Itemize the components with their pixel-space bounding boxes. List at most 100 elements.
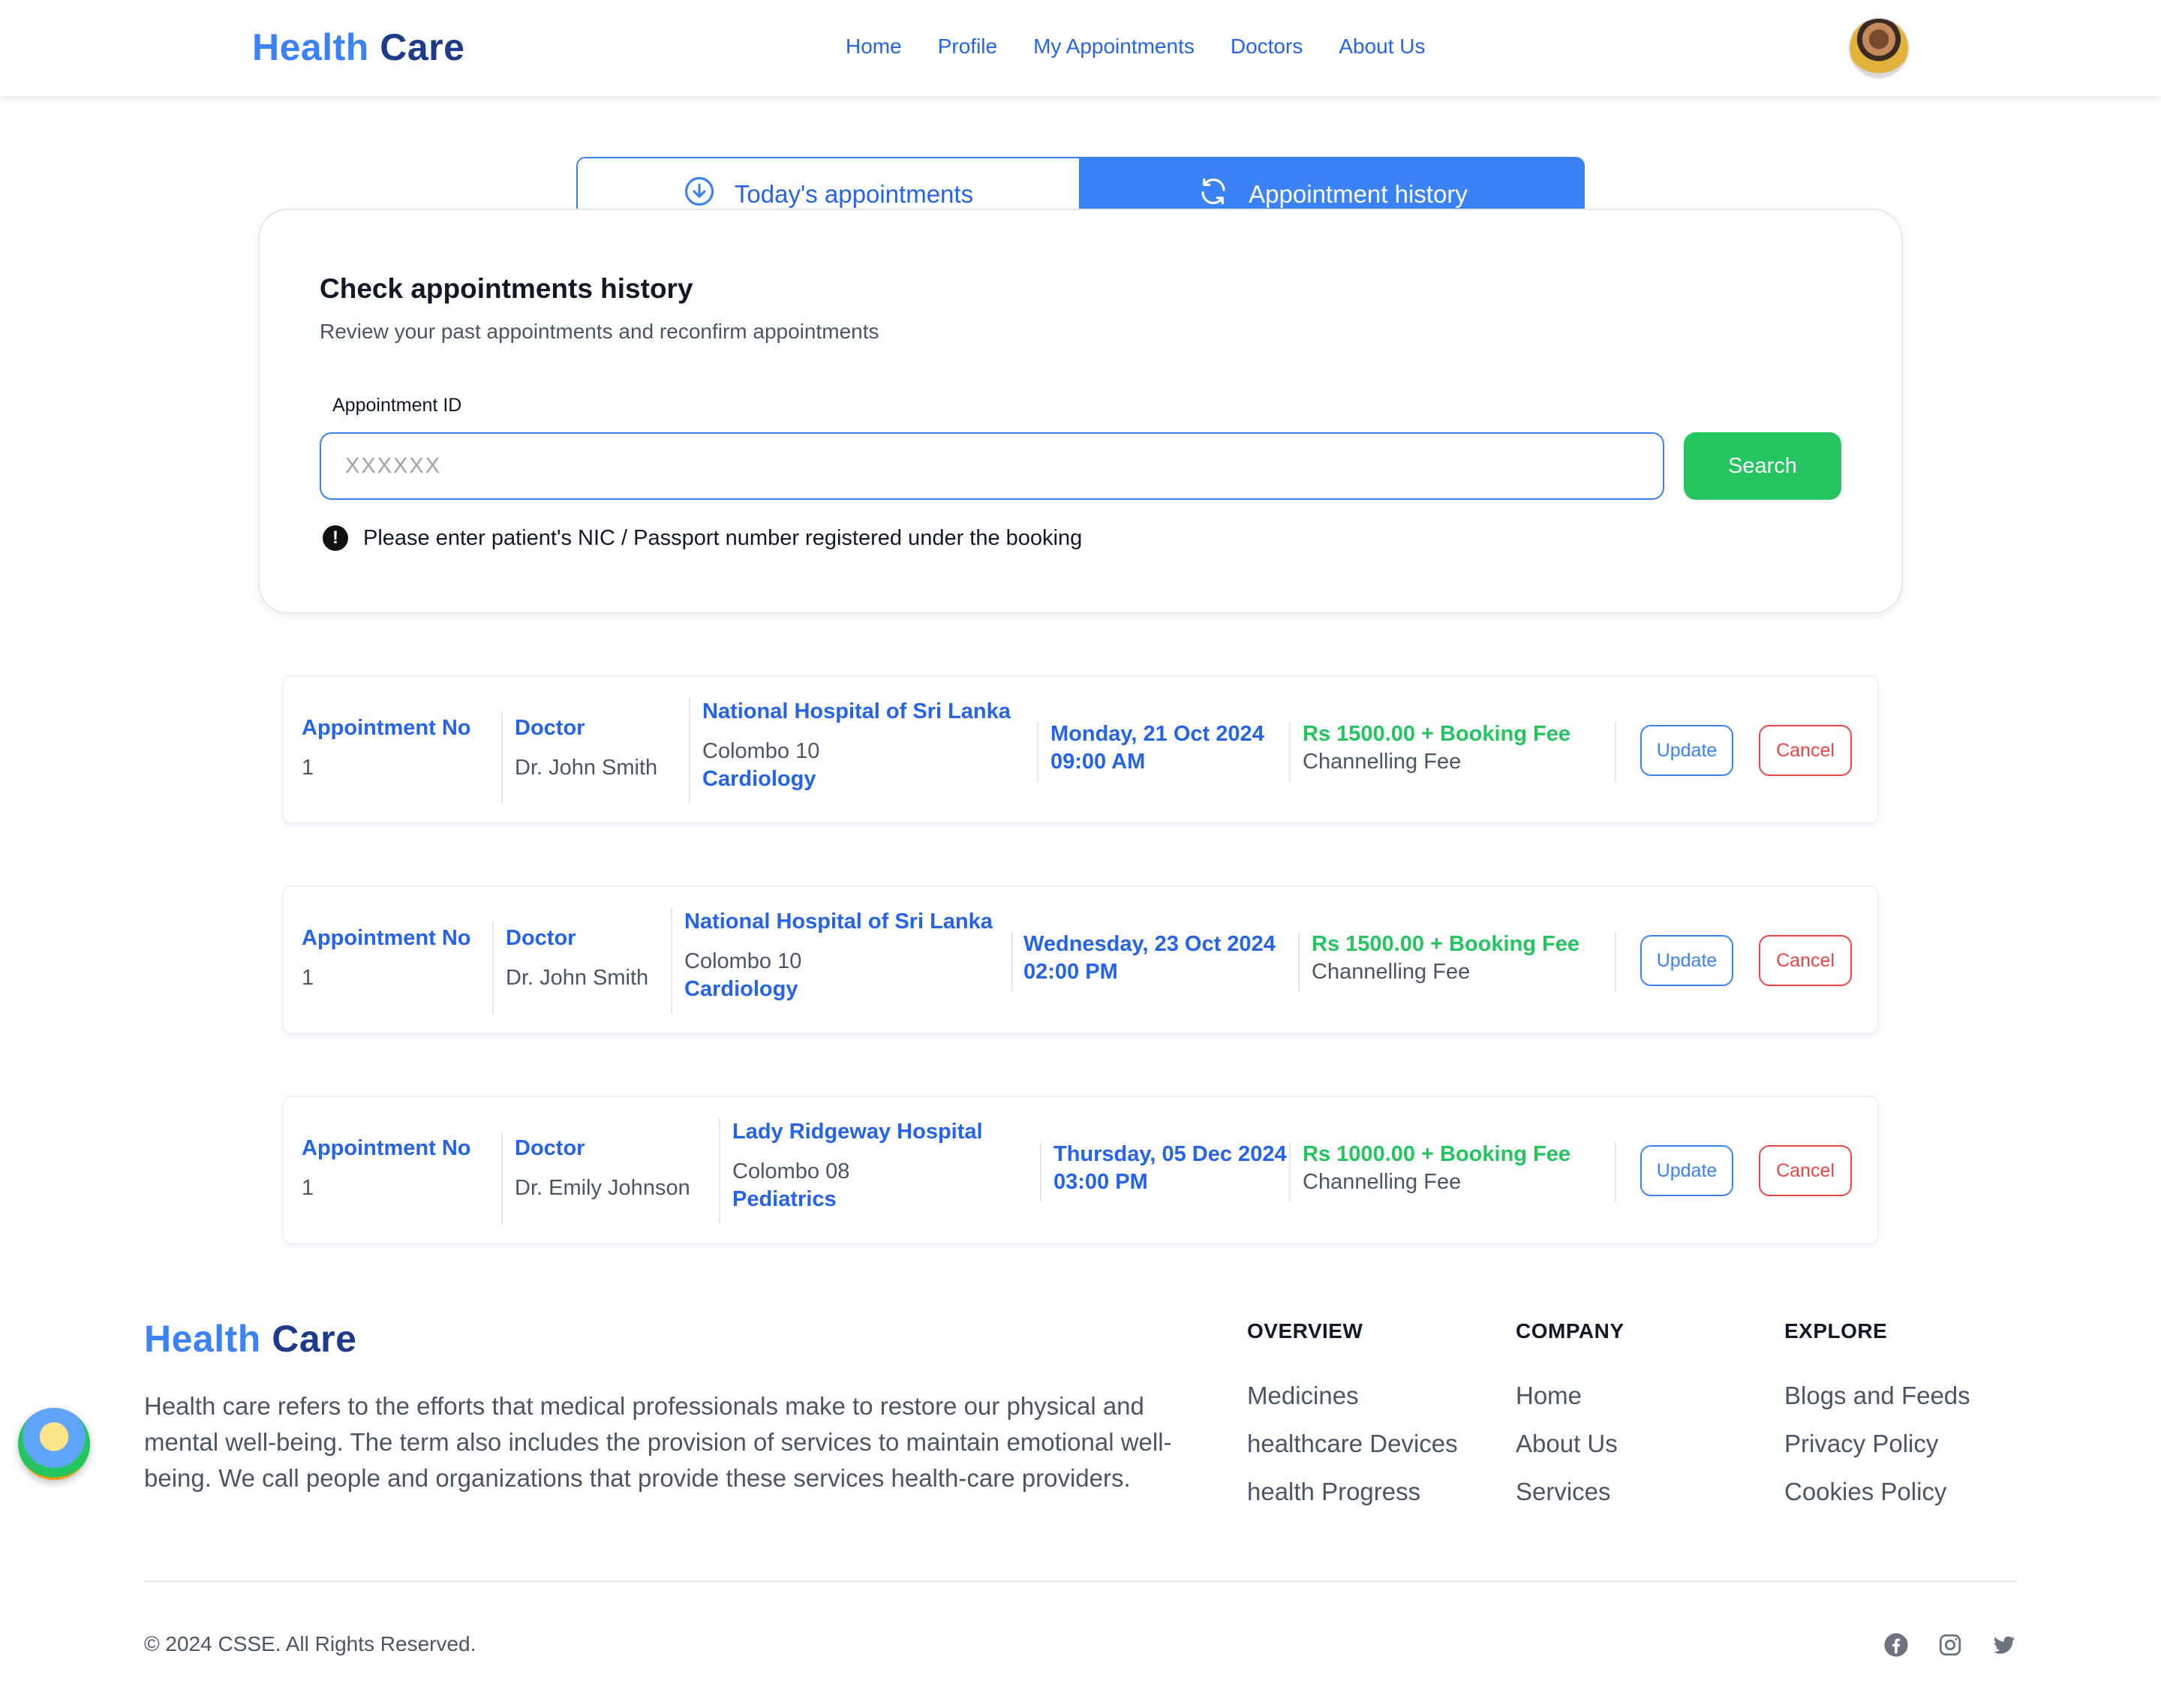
appointment-card: Appointment No 1 Doctor Dr. John Smith N… xyxy=(282,886,1879,1034)
nav-profile[interactable]: Profile xyxy=(938,35,997,59)
footer-column-title: OVERVIEW xyxy=(1247,1319,1363,1343)
hospital-city: Colombo 10 xyxy=(684,949,802,973)
footer-description: Health care refers to the efforts that m… xyxy=(144,1392,1172,1492)
hospital-name: National Hospital of Sri Lanka xyxy=(684,910,993,934)
footer-link-about-us[interactable]: About Us xyxy=(1516,1427,1625,1460)
doctor-name: Dr. John Smith xyxy=(506,966,649,990)
divider xyxy=(1289,722,1291,782)
copyright-text: © 2024 CSSE. All Rights Reserved. xyxy=(144,1632,476,1655)
doctor-name: Dr. Emily Johnson xyxy=(515,1176,690,1200)
appointment-date: Wednesday, 23 Oct 2024 xyxy=(1023,932,1276,956)
specialty: Pediatrics xyxy=(732,1187,837,1211)
brand-logo[interactable]: Health Care xyxy=(252,26,464,69)
nav-home[interactable]: Home xyxy=(846,35,902,59)
footer-link-blogs[interactable]: Blogs and Feeds xyxy=(1784,1379,1970,1412)
instagram-icon[interactable] xyxy=(1937,1632,1963,1658)
doctor-label: Doctor xyxy=(515,716,585,740)
appointment-date: Monday, 21 Oct 2024 xyxy=(1050,722,1264,746)
divider xyxy=(501,711,503,804)
refresh-icon xyxy=(1198,176,1229,213)
alert-icon: ! xyxy=(323,525,348,551)
divider xyxy=(671,908,672,1013)
twitter-icon[interactable] xyxy=(1991,1632,2017,1658)
fee-label: Channelling Fee xyxy=(1312,960,1471,984)
cancel-button[interactable]: Cancel xyxy=(1759,725,1852,776)
card-title: Check appointments history xyxy=(320,273,693,304)
divider xyxy=(1298,932,1300,992)
doctor-label: Doctor xyxy=(506,926,576,950)
tab-todays-appointments-label: Today's appointments xyxy=(734,180,974,208)
divider xyxy=(1289,1142,1291,1202)
footer-link-medicines[interactable]: Medicines xyxy=(1247,1379,1458,1412)
footer-link-cookies-policy[interactable]: Cookies Policy xyxy=(1784,1475,1970,1508)
fee-label: Channelling Fee xyxy=(1303,1170,1462,1194)
doctor-name: Dr. John Smith xyxy=(515,756,658,780)
divider xyxy=(1037,722,1038,782)
top-navbar: Health Care Home Profile My Appointments… xyxy=(0,0,2161,96)
doctor-label: Doctor xyxy=(515,1136,585,1160)
divider xyxy=(1011,932,1013,992)
fee-amount: Rs 1000.00 + Booking Fee xyxy=(1303,1142,1571,1166)
footer-column-title: EXPLORE xyxy=(1784,1319,1888,1343)
card-subtitle: Review your past appointments and reconf… xyxy=(320,320,879,343)
divider xyxy=(1615,722,1616,782)
divider xyxy=(492,922,494,1015)
divider xyxy=(1615,1142,1616,1202)
footer-link-home[interactable]: Home xyxy=(1516,1379,1625,1412)
divider xyxy=(1615,932,1616,992)
footer-brand-part2: Care xyxy=(272,1318,357,1360)
appointment-no-value: 1 xyxy=(302,756,314,780)
footer-brand-logo[interactable]: Health Care xyxy=(144,1317,356,1361)
history-search-card: Check appointments history Review your p… xyxy=(258,209,1903,614)
cancel-button[interactable]: Cancel xyxy=(1759,935,1852,986)
download-circle-icon xyxy=(684,176,715,213)
appointment-no-label: Appointment No xyxy=(302,1136,471,1160)
facebook-icon[interactable] xyxy=(1883,1632,1909,1658)
appointment-no-value: 1 xyxy=(302,1176,314,1200)
appointment-card: Appointment No 1 Doctor Dr. John Smith N… xyxy=(282,675,1879,824)
hospital-name: National Hospital of Sri Lanka xyxy=(702,699,1011,723)
search-note: ! Please enter patient's NIC / Passport … xyxy=(323,525,1082,551)
search-button[interactable]: Search xyxy=(1684,432,1841,500)
footer-column-company: COMPANY Home About Us Services xyxy=(1516,1319,1625,1523)
specialty: Cardiology xyxy=(684,977,798,1001)
search-note-text: Please enter patient's NIC / Passport nu… xyxy=(363,525,1083,550)
appointment-date: Thursday, 05 Dec 2024 xyxy=(1053,1142,1287,1166)
update-button[interactable]: Update xyxy=(1640,725,1733,776)
appointment-time: 02:00 PM xyxy=(1023,960,1118,984)
footer-link-healthcare-devices[interactable]: healthcare Devices xyxy=(1247,1427,1458,1460)
divider xyxy=(689,698,690,803)
footer-link-privacy-policy[interactable]: Privacy Policy xyxy=(1784,1427,1970,1460)
footer-column-title: COMPANY xyxy=(1516,1319,1625,1343)
appointment-id-label: Appointment ID xyxy=(332,395,462,416)
footer-divider xyxy=(144,1580,2017,1582)
footer-brand-part1: Health xyxy=(144,1318,261,1360)
hospital-city: Colombo 08 xyxy=(732,1159,850,1183)
specialty: Cardiology xyxy=(702,767,816,791)
user-avatar[interactable] xyxy=(1848,17,1910,79)
footer-column-explore: EXPLORE Blogs and Feeds Privacy Policy C… xyxy=(1784,1319,1970,1523)
appointment-no-label: Appointment No xyxy=(302,716,471,740)
cancel-button[interactable]: Cancel xyxy=(1759,1145,1852,1196)
appointment-no-value: 1 xyxy=(302,966,314,990)
appointment-id-input[interactable] xyxy=(320,432,1664,500)
update-button[interactable]: Update xyxy=(1640,935,1733,986)
brand-part1: Health xyxy=(252,26,369,68)
footer-link-health-progress[interactable]: health Progress xyxy=(1247,1475,1458,1508)
main-nav: Home Profile My Appointments Doctors Abo… xyxy=(846,35,1426,59)
divider xyxy=(501,1132,503,1225)
update-button[interactable]: Update xyxy=(1640,1145,1733,1196)
fee-label: Channelling Fee xyxy=(1303,750,1462,774)
appointment-card: Appointment No 1 Doctor Dr. Emily Johnso… xyxy=(282,1096,1879,1244)
floating-widget-icon[interactable] xyxy=(18,1408,90,1480)
hospital-city: Colombo 10 xyxy=(702,739,820,763)
footer-link-services[interactable]: Services xyxy=(1516,1475,1625,1508)
nav-about-us[interactable]: About Us xyxy=(1339,35,1425,59)
tab-appointment-history-label: Appointment history xyxy=(1249,180,1468,208)
nav-doctors[interactable]: Doctors xyxy=(1231,35,1303,59)
nav-my-appointments[interactable]: My Appointments xyxy=(1033,35,1195,59)
brand-part2: Care xyxy=(380,26,465,68)
fee-amount: Rs 1500.00 + Booking Fee xyxy=(1303,722,1571,746)
divider xyxy=(1040,1142,1041,1202)
appointment-time: 03:00 PM xyxy=(1053,1170,1148,1194)
